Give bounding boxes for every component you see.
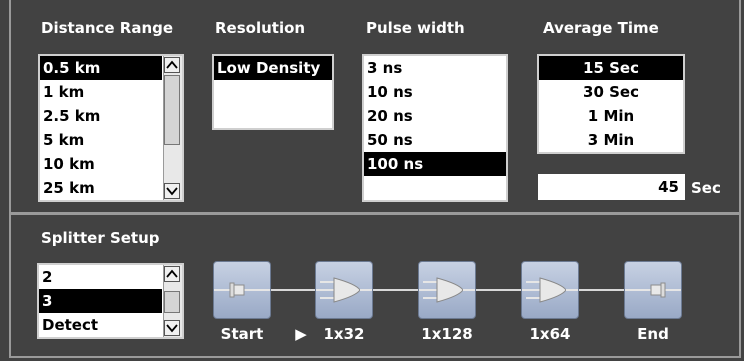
chain-wire xyxy=(271,289,315,291)
splitter-option[interactable]: Detect xyxy=(39,313,162,337)
chain-node-splitter[interactable] xyxy=(521,261,579,319)
connector-plug-icon xyxy=(214,282,270,298)
play-marker-icon: ▶ xyxy=(295,325,307,343)
resolution-list[interactable]: Low Density xyxy=(212,54,334,130)
distance-option[interactable]: 25 km xyxy=(40,176,162,200)
average-time-option[interactable]: 1 Min xyxy=(539,104,683,128)
distance-option[interactable]: 0.5 km xyxy=(40,56,162,80)
chain-wire xyxy=(373,289,418,291)
splitter-option[interactable]: 3 xyxy=(39,289,162,313)
splitter-option[interactable]: 2 xyxy=(39,265,162,289)
chain-node-splitter[interactable] xyxy=(315,261,373,319)
chain-label: 1x128 xyxy=(421,325,473,343)
average-time-option[interactable]: 30 Sec xyxy=(539,80,683,104)
splitter-icon xyxy=(316,277,372,303)
splitter-setup-title: Splitter Setup xyxy=(41,229,160,247)
chain-wire xyxy=(476,289,521,291)
chain-wire xyxy=(579,289,624,291)
scroll-up-arrow-icon[interactable] xyxy=(164,266,180,282)
distance-range-scroll-thumb[interactable] xyxy=(164,75,180,145)
distance-range-list[interactable]: 0.5 km 1 km 2.5 km 5 km 10 km 25 km xyxy=(38,54,184,202)
pulse-width-option[interactable]: 50 ns xyxy=(364,128,506,152)
pulse-width-option[interactable]: 20 ns xyxy=(364,104,506,128)
distance-option[interactable]: 5 km xyxy=(40,128,162,152)
average-time-unit: Sec xyxy=(691,179,721,197)
splitter-setup-scrollbar[interactable] xyxy=(163,265,182,337)
pulse-width-option[interactable]: 100 ns xyxy=(364,152,506,176)
splitter-icon xyxy=(522,277,578,303)
average-time-option[interactable]: 3 Min xyxy=(539,128,683,152)
splitter-setup-list[interactable]: 2 3 Detect xyxy=(37,263,184,339)
chain-node-end[interactable] xyxy=(624,261,682,319)
average-time-title: Average Time xyxy=(543,19,659,37)
distance-option[interactable]: 1 km xyxy=(40,80,162,104)
chain-node-start[interactable] xyxy=(213,261,271,319)
scroll-up-arrow-icon[interactable] xyxy=(164,57,180,73)
average-time-list[interactable]: 15 Sec 30 Sec 1 Min 3 Min xyxy=(537,54,685,154)
chain-node-splitter[interactable] xyxy=(418,261,476,319)
splitter-icon xyxy=(419,277,475,303)
pulse-width-option[interactable]: 10 ns xyxy=(364,80,506,104)
resolution-option[interactable]: Low Density xyxy=(214,56,332,80)
pulse-width-list[interactable]: 3 ns 10 ns 20 ns 50 ns 100 ns xyxy=(362,54,508,202)
average-time-option[interactable]: 15 Sec xyxy=(539,56,683,80)
chain-label: End xyxy=(637,325,669,343)
pulse-width-title: Pulse width xyxy=(366,19,465,37)
chain-label: Start xyxy=(220,325,264,343)
chain-label: 1x64 xyxy=(529,325,571,343)
chain-label: 1x32 xyxy=(323,325,365,343)
scroll-down-arrow-icon[interactable] xyxy=(164,320,180,336)
resolution-title: Resolution xyxy=(215,19,306,37)
pulse-width-option[interactable]: 3 ns xyxy=(364,56,506,80)
scroll-down-arrow-icon[interactable] xyxy=(164,183,180,199)
average-time-input[interactable]: 45 xyxy=(538,174,685,200)
distance-option[interactable]: 2.5 km xyxy=(40,104,162,128)
distance-range-title: Distance Range xyxy=(41,19,174,37)
splitter-setup-scroll-thumb[interactable] xyxy=(164,291,180,313)
distance-range-scrollbar[interactable] xyxy=(163,56,182,200)
connector-plug-icon xyxy=(625,282,681,298)
distance-option[interactable]: 10 km xyxy=(40,152,162,176)
